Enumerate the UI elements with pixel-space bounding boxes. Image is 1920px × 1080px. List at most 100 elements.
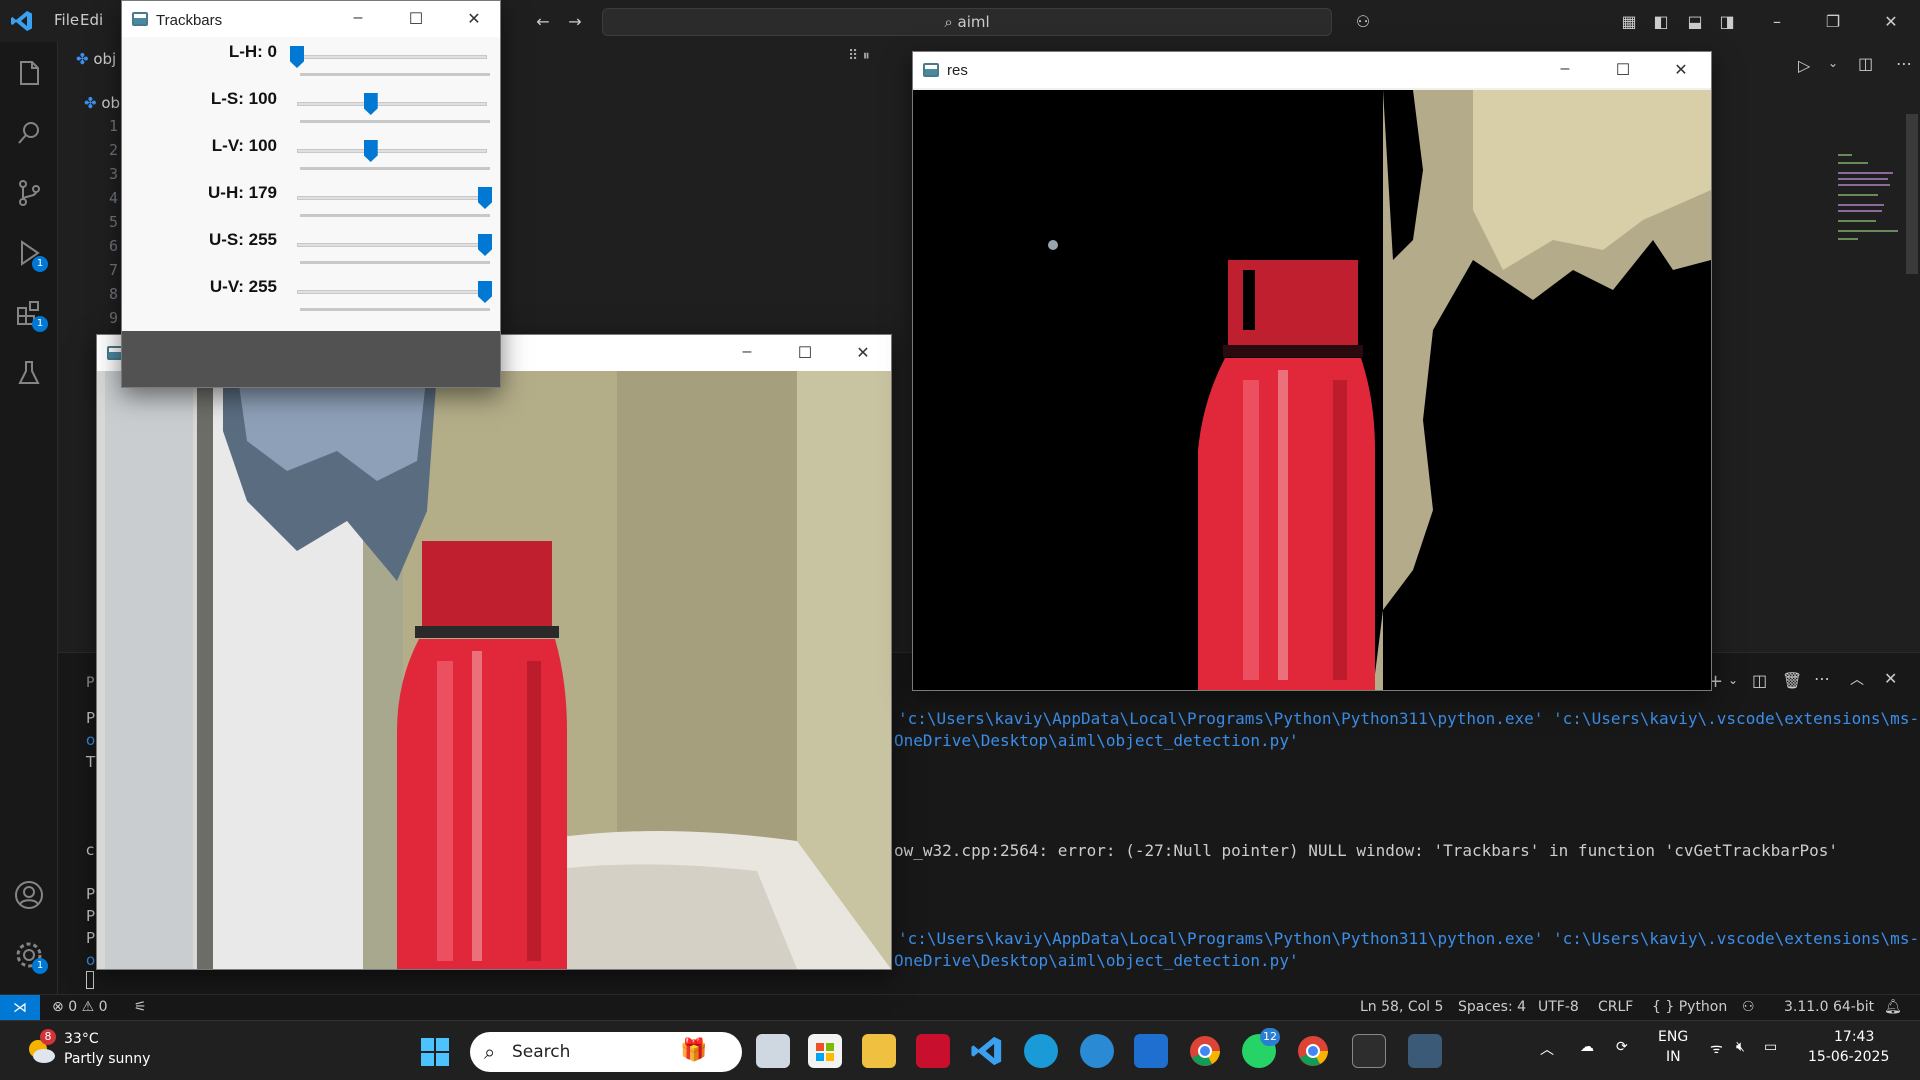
explorer-icon[interactable] bbox=[12, 56, 46, 90]
search-icon[interactable] bbox=[12, 116, 46, 150]
edge-icon[interactable] bbox=[1024, 1034, 1058, 1068]
extensions-icon[interactable]: 1 bbox=[12, 296, 48, 332]
weather-sun-icon[interactable]: 8 bbox=[24, 1029, 58, 1067]
split-terminal-icon[interactable]: ◫ bbox=[1752, 671, 1767, 690]
back-arrow-icon[interactable]: ← bbox=[532, 12, 554, 31]
toggle-sidebar-icon[interactable]: ◧ bbox=[1650, 12, 1672, 31]
minimize-icon[interactable]: – bbox=[737, 343, 757, 361]
encoding[interactable]: UTF-8 bbox=[1538, 999, 1579, 1015]
more-actions-icon[interactable]: ⋯ bbox=[1814, 669, 1830, 688]
close-panel-icon[interactable]: ✕ bbox=[1884, 669, 1897, 688]
sync-icon[interactable]: ⟳ bbox=[1616, 1039, 1628, 1055]
trackbars-titlebar[interactable]: Trackbars – ☐ ✕ bbox=[122, 1, 500, 37]
whatsapp-icon[interactable]: 12 bbox=[1242, 1028, 1280, 1068]
debug-toolbar-handle[interactable]: ⠿ ⏸ bbox=[848, 48, 888, 74]
weather-temperature[interactable]: 33°C bbox=[64, 1031, 99, 1047]
run-debug-icon[interactable]: 1 bbox=[12, 236, 48, 272]
minimize-icon[interactable]: – bbox=[1766, 12, 1788, 31]
indentation[interactable]: Spaces: 4 bbox=[1458, 999, 1526, 1015]
res-window-titlebar[interactable]: res – ☐ ✕ bbox=[913, 52, 1711, 88]
more-actions-icon[interactable]: ⋯ bbox=[1896, 54, 1912, 73]
account-icon[interactable] bbox=[12, 878, 46, 912]
onedrive-icon[interactable]: ☁ bbox=[1580, 1039, 1594, 1055]
slider-thumb-l-v[interactable] bbox=[363, 140, 378, 162]
python-icon[interactable] bbox=[1408, 1034, 1442, 1068]
restore-icon[interactable]: ❐ bbox=[1822, 12, 1844, 31]
notifications-bell-icon[interactable]: 🔔︎ bbox=[1884, 999, 1902, 1015]
clock-time[interactable]: 17:43 bbox=[1834, 1029, 1874, 1045]
slider-track-u-h[interactable] bbox=[297, 196, 487, 200]
language-indicator[interactable]: ENG bbox=[1658, 1029, 1688, 1045]
close-icon[interactable]: ✕ bbox=[1671, 60, 1691, 80]
chevron-down-icon[interactable]: ⌄ bbox=[1828, 56, 1838, 70]
slider-thumb-u-s[interactable] bbox=[478, 234, 492, 256]
taskbar-search[interactable]: ⌕ Search 🎁 bbox=[470, 1032, 742, 1072]
chrome-profile-icon[interactable] bbox=[1296, 1034, 1330, 1068]
chrome-icon[interactable] bbox=[1188, 1034, 1222, 1068]
copilot-icon[interactable]: ⚇ bbox=[1352, 12, 1374, 31]
slider-track-u-v[interactable] bbox=[297, 290, 487, 294]
weather-description[interactable]: Partly sunny bbox=[64, 1051, 150, 1067]
menu-file[interactable]: File bbox=[54, 11, 79, 29]
end-of-line[interactable]: CRLF bbox=[1598, 999, 1633, 1015]
source-control-icon[interactable] bbox=[12, 176, 46, 210]
run-python-icon[interactable]: ▷ bbox=[1798, 56, 1810, 75]
slider-thumb-u-v[interactable] bbox=[478, 281, 492, 303]
editor-scrollbar[interactable] bbox=[1906, 114, 1918, 274]
testing-flask-icon[interactable] bbox=[12, 356, 46, 390]
split-editor-icon[interactable]: ◫ bbox=[1858, 54, 1873, 73]
minimize-icon[interactable]: – bbox=[1555, 60, 1575, 78]
close-icon[interactable]: ✕ bbox=[1880, 12, 1902, 31]
maximize-icon[interactable]: ☐ bbox=[406, 9, 426, 29]
slider-thumb-l-s[interactable] bbox=[363, 93, 378, 115]
customize-layout-icon[interactable]: ▦ bbox=[1618, 12, 1640, 31]
toggle-secondary-sidebar-icon[interactable]: ◨ bbox=[1716, 12, 1738, 31]
terminal-icon[interactable] bbox=[1352, 1034, 1386, 1068]
windows-start-icon[interactable] bbox=[420, 1037, 450, 1067]
myhp-icon[interactable] bbox=[1134, 1034, 1168, 1068]
python-interpreter[interactable]: 3.11.0 64-bit bbox=[1784, 999, 1874, 1015]
maximize-icon[interactable]: ☐ bbox=[1613, 60, 1633, 80]
minimize-icon[interactable]: – bbox=[348, 9, 368, 27]
maximize-panel-icon[interactable]: ︿ bbox=[1850, 669, 1864, 689]
trash-icon[interactable]: 🗑 bbox=[1782, 671, 1802, 690]
region-indicator[interactable]: IN bbox=[1666, 1049, 1681, 1065]
trackbars-window[interactable]: Trackbars – ☐ ✕ L-H: 0 L-S: 100 L-V: 100… bbox=[121, 0, 501, 388]
command-center-search[interactable]: ⌕ aiml bbox=[602, 8, 1332, 36]
maximize-icon[interactable]: ☐ bbox=[795, 343, 815, 363]
slider-track-u-s[interactable] bbox=[297, 243, 487, 247]
explorer-file-item[interactable]: ✤ ob bbox=[84, 94, 120, 112]
file-explorer-icon[interactable] bbox=[862, 1034, 896, 1068]
forward-arrow-icon[interactable]: → bbox=[564, 12, 586, 31]
close-icon[interactable]: ✕ bbox=[853, 343, 873, 363]
mcafee-icon[interactable] bbox=[916, 1034, 950, 1068]
vscode-taskbar-icon[interactable] bbox=[970, 1034, 1004, 1068]
speaker-muted-icon[interactable]: 🔇︎ bbox=[1736, 1039, 1745, 1055]
chevron-down-icon[interactable]: ⌄ bbox=[1728, 673, 1738, 687]
battery-icon[interactable]: ▭ bbox=[1764, 1039, 1777, 1055]
wifi-icon[interactable]: ᯤ bbox=[1710, 1039, 1723, 1058]
slider-track-l-h[interactable] bbox=[297, 55, 487, 59]
task-view-icon[interactable] bbox=[756, 1034, 790, 1068]
language-mode[interactable]: { } Python bbox=[1652, 999, 1727, 1015]
copilot-status-icon[interactable]: ⚇ bbox=[1742, 999, 1755, 1015]
command-center-label: aiml bbox=[957, 13, 990, 31]
settings-gear-icon[interactable]: 1 bbox=[12, 938, 48, 974]
problems-indicator[interactable]: ⊗ 0 ⚠ 0 bbox=[52, 999, 108, 1015]
res-window[interactable]: res – ☐ ✕ bbox=[912, 51, 1712, 691]
toggle-panel-icon[interactable]: ⬓ bbox=[1684, 12, 1706, 31]
clock-date[interactable]: 15-06-2025 bbox=[1808, 1049, 1889, 1065]
remote-indicator-icon[interactable]: ⋊ bbox=[0, 995, 40, 1021]
slider-track-l-s[interactable] bbox=[297, 102, 487, 106]
slider-thumb-u-h[interactable] bbox=[478, 187, 492, 209]
cursor-position[interactable]: Ln 58, Col 5 bbox=[1360, 999, 1443, 1015]
show-hidden-icons-chevron-icon[interactable]: ︿ bbox=[1540, 1039, 1554, 1059]
close-icon[interactable]: ✕ bbox=[464, 9, 484, 29]
ports-icon[interactable]: ⚟ bbox=[134, 999, 147, 1015]
frame-window[interactable]: – ☐ ✕ bbox=[96, 334, 892, 970]
microsoft-store-icon[interactable] bbox=[808, 1034, 842, 1068]
slider-track-l-v[interactable] bbox=[297, 149, 487, 153]
get-help-icon[interactable] bbox=[1080, 1034, 1114, 1068]
slider-thumb-l-h[interactable] bbox=[290, 46, 304, 68]
menu-edit[interactable]: Edi bbox=[80, 11, 103, 29]
